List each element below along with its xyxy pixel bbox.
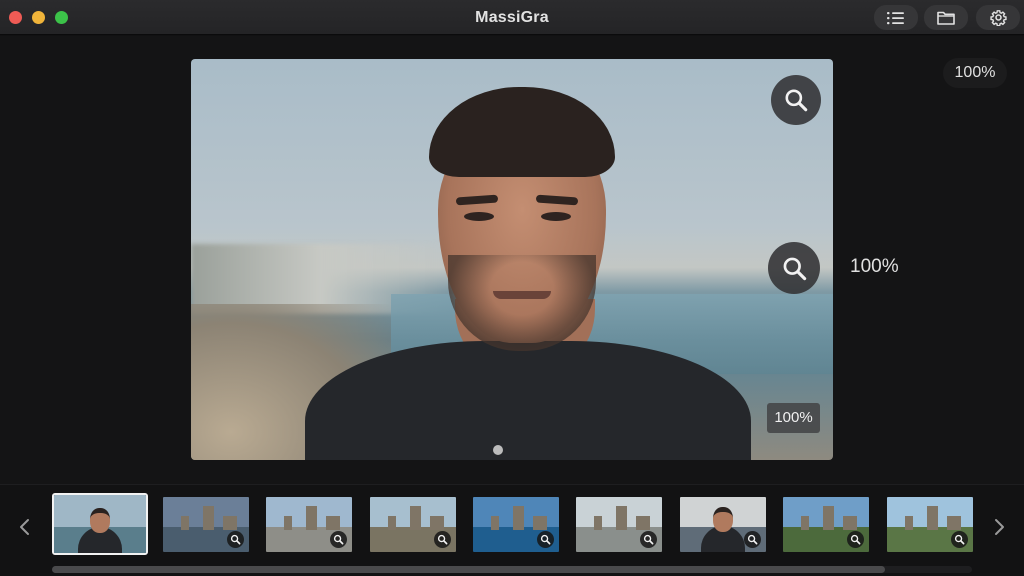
settings-button[interactable] xyxy=(976,5,1020,30)
list-icon xyxy=(887,11,904,24)
image-viewer: 100% 100% 100% xyxy=(0,36,1024,484)
thumbnail-zoom-button[interactable] xyxy=(434,531,451,548)
folder-icon xyxy=(937,11,955,25)
zoom-button-top[interactable] xyxy=(771,75,821,125)
next-image-button[interactable] xyxy=(990,515,1010,539)
thumbnail-zoom-button[interactable] xyxy=(951,531,968,548)
list-view-button[interactable] xyxy=(874,5,918,30)
zoom-level-label: 100% xyxy=(850,256,899,277)
chevron-left-icon xyxy=(20,519,29,535)
magnifier-icon xyxy=(747,534,758,545)
thumbnail-modern-building[interactable] xyxy=(576,497,662,552)
magnifier-icon xyxy=(954,534,965,545)
zoom-level-badge-photo[interactable]: 100% xyxy=(767,403,820,433)
thumbnail-zoom-button[interactable] xyxy=(744,531,761,548)
window-title: MassiGra xyxy=(475,9,549,26)
title-bar: MassiGra xyxy=(0,0,1024,35)
thumbnail-selfie-traveler[interactable] xyxy=(680,497,766,552)
chevron-right-icon xyxy=(995,519,1004,535)
gear-icon xyxy=(989,10,1007,26)
magnifier-icon xyxy=(643,534,654,545)
zoom-level-badge-corner[interactable]: 100% xyxy=(943,58,1007,88)
filmstrip-scrollbar-thumb[interactable] xyxy=(52,566,885,573)
thumbnail-ruins-field[interactable] xyxy=(783,497,869,552)
previous-image-button[interactable] xyxy=(14,515,34,539)
main-photo[interactable] xyxy=(191,59,833,460)
zoom-button-middle[interactable] xyxy=(768,242,820,294)
magnifier-icon xyxy=(230,534,241,545)
thumbnail-pool-palace[interactable] xyxy=(473,497,559,552)
thumbnail-zoom-button[interactable] xyxy=(640,531,657,548)
magnifier-icon xyxy=(437,534,448,545)
magnifier-icon xyxy=(785,89,808,112)
thumbnail-city-field[interactable] xyxy=(887,497,973,552)
thumbnail-zoom-button[interactable] xyxy=(227,531,244,548)
magnifier-icon xyxy=(540,534,551,545)
magnifier-icon xyxy=(333,534,344,545)
open-folder-button[interactable] xyxy=(924,5,968,30)
magnifier-icon xyxy=(850,534,861,545)
thumbnail-ruins-plaza[interactable] xyxy=(266,497,352,552)
thumbnail-zoom-button[interactable] xyxy=(537,531,554,548)
thumbnail-filmstrip xyxy=(0,484,1024,576)
thumbnail-city-sunset[interactable] xyxy=(163,497,249,552)
thumbnail-portrait-beach[interactable] xyxy=(52,493,148,555)
thumbnail-zoom-button[interactable] xyxy=(330,531,347,548)
thumbnail-zoom-button[interactable] xyxy=(847,531,864,548)
thumbnail-stone-ruins[interactable] xyxy=(370,497,456,552)
magnifier-icon xyxy=(783,257,806,280)
